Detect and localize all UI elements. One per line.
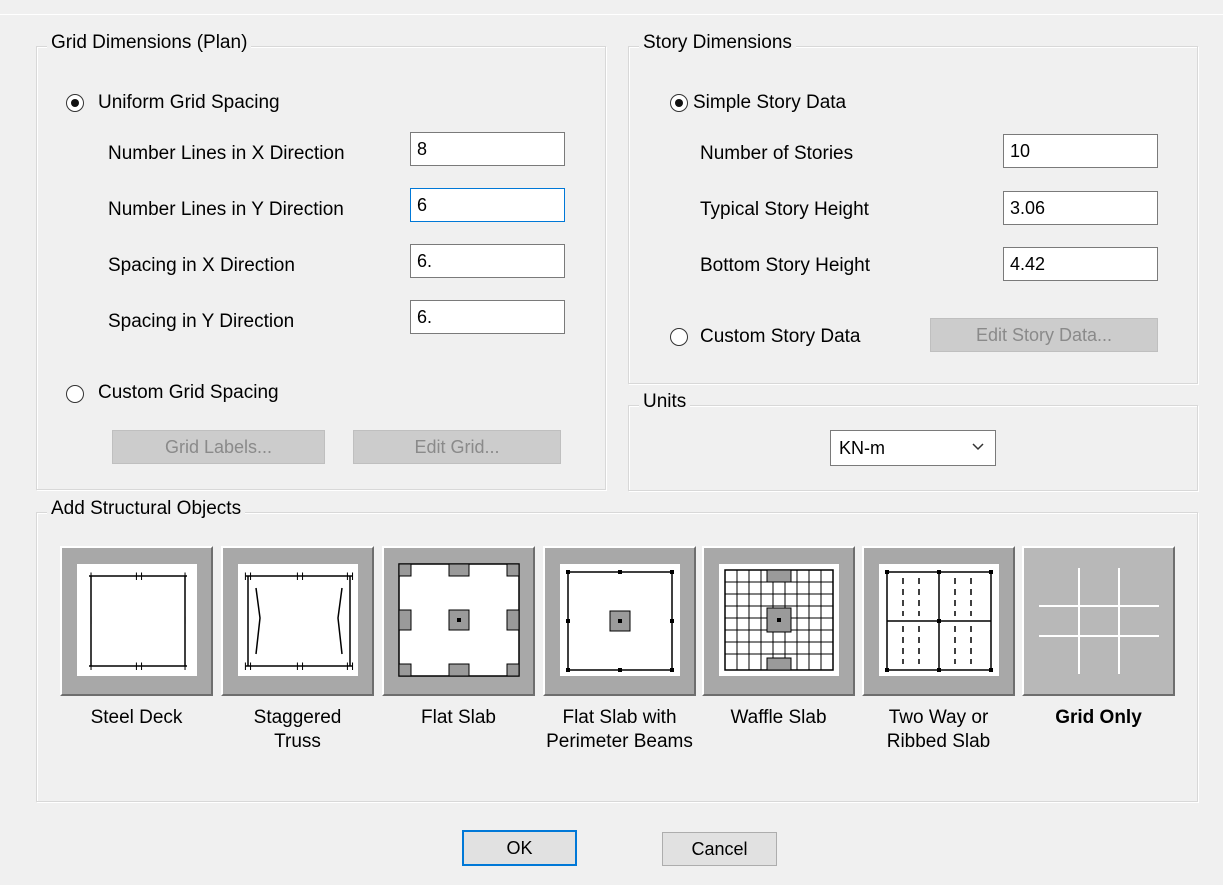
cancel-button[interactable]: Cancel: [662, 832, 777, 866]
spacing-x-label: Spacing in X Direction: [108, 255, 295, 276]
simple-story-data-label[interactable]: Simple Story Data: [693, 92, 846, 114]
svg-text:I: I: [89, 661, 92, 673]
two-way-ribbed-slab-button[interactable]: [862, 546, 1015, 696]
flat-slab-perimeter-beams-label: Flat Slab with Perimeter Beams: [546, 707, 693, 752]
custom-grid-spacing-label[interactable]: Custom Grid Spacing: [98, 382, 279, 404]
number-lines-y-label: Number Lines in Y Direction: [108, 199, 344, 220]
staggered-truss-icon: H H H H H H: [237, 564, 358, 676]
steel-deck-label: Steel Deck: [90, 707, 183, 728]
units-dropdown[interactable]: KN-m: [830, 430, 996, 466]
simple-story-data-radio[interactable]: [670, 94, 688, 112]
number-of-stories-input[interactable]: [1003, 134, 1158, 168]
chevron-down-icon: [972, 443, 984, 451]
spacing-x-input[interactable]: [410, 244, 565, 278]
svg-text:I: I: [89, 571, 92, 583]
number-lines-y-input[interactable]: [410, 188, 565, 222]
number-lines-x-input[interactable]: [410, 132, 565, 166]
svg-text:H: H: [135, 571, 143, 583]
bottom-story-height-input[interactable]: [1003, 247, 1158, 281]
uniform-grid-spacing-radio[interactable]: [66, 94, 84, 112]
staggered-truss-label: Staggered Truss: [253, 707, 342, 752]
custom-grid-spacing-radio[interactable]: [66, 385, 84, 403]
svg-text:I: I: [183, 571, 186, 583]
spacing-y-label: Spacing in Y Direction: [108, 311, 295, 332]
flat-slab-icon: [397, 563, 520, 677]
units-selected-value: KN-m: [839, 437, 885, 458]
structural-objects-legend: Add Structural Objects: [47, 498, 246, 520]
flat-slab-perimeter-beams-button[interactable]: [543, 546, 696, 696]
flat-slab-label: Flat Slab: [421, 707, 496, 728]
flat-slab-button[interactable]: [382, 546, 535, 696]
custom-story-data-label[interactable]: Custom Story Data: [700, 326, 861, 348]
svg-text:H: H: [296, 661, 304, 673]
custom-story-data-radio[interactable]: [670, 328, 688, 346]
uniform-grid-spacing-label[interactable]: Uniform Grid Spacing: [98, 92, 280, 114]
svg-text:I: I: [183, 661, 186, 673]
grid-only-label: Grid Only: [1055, 707, 1142, 728]
staggered-truss-button[interactable]: H H H H H H: [221, 546, 374, 696]
grid-labels-button[interactable]: Grid Labels...: [112, 430, 325, 464]
typical-story-height-input[interactable]: [1003, 191, 1158, 225]
bottom-story-height-label: Bottom Story Height: [700, 255, 871, 276]
grid-dimensions-legend: Grid Dimensions (Plan): [47, 32, 252, 54]
number-of-stories-label: Number of Stories: [700, 143, 854, 164]
svg-text:H: H: [346, 661, 354, 673]
svg-text:I: I: [183, 615, 186, 627]
waffle-slab-label: Waffle Slab: [730, 707, 827, 728]
two-way-ribbed-slab-label: Two Way or Ribbed Slab: [886, 707, 991, 752]
waffle-slab-button[interactable]: [702, 546, 855, 696]
svg-text:H: H: [244, 571, 252, 583]
svg-text:H: H: [135, 661, 143, 673]
dialog-top-edge: [0, 0, 1223, 15]
number-lines-x-label: Number Lines in X Direction: [108, 143, 345, 164]
svg-text:H: H: [244, 661, 252, 673]
svg-text:H: H: [346, 571, 354, 583]
edit-grid-button[interactable]: Edit Grid...: [353, 430, 561, 464]
svg-text:I: I: [89, 615, 92, 627]
story-dimensions-legend: Story Dimensions: [639, 32, 796, 54]
steel-deck-icon: I H I I I I H I: [76, 564, 197, 676]
ok-button[interactable]: OK: [462, 830, 577, 866]
two-way-ribbed-slab-icon: [878, 564, 999, 676]
units-legend: Units: [639, 391, 691, 413]
steel-deck-button[interactable]: I H I I I I H I: [60, 546, 213, 696]
svg-text:H: H: [296, 571, 304, 583]
flat-slab-perimeter-beams-icon: [559, 564, 680, 676]
spacing-y-input[interactable]: [410, 300, 565, 334]
typical-story-height-label: Typical Story Height: [700, 199, 869, 220]
edit-story-data-button[interactable]: Edit Story Data...: [930, 318, 1158, 352]
grid-only-icon: [1038, 568, 1159, 674]
waffle-slab-icon: [718, 564, 839, 676]
grid-only-button[interactable]: [1022, 546, 1175, 696]
